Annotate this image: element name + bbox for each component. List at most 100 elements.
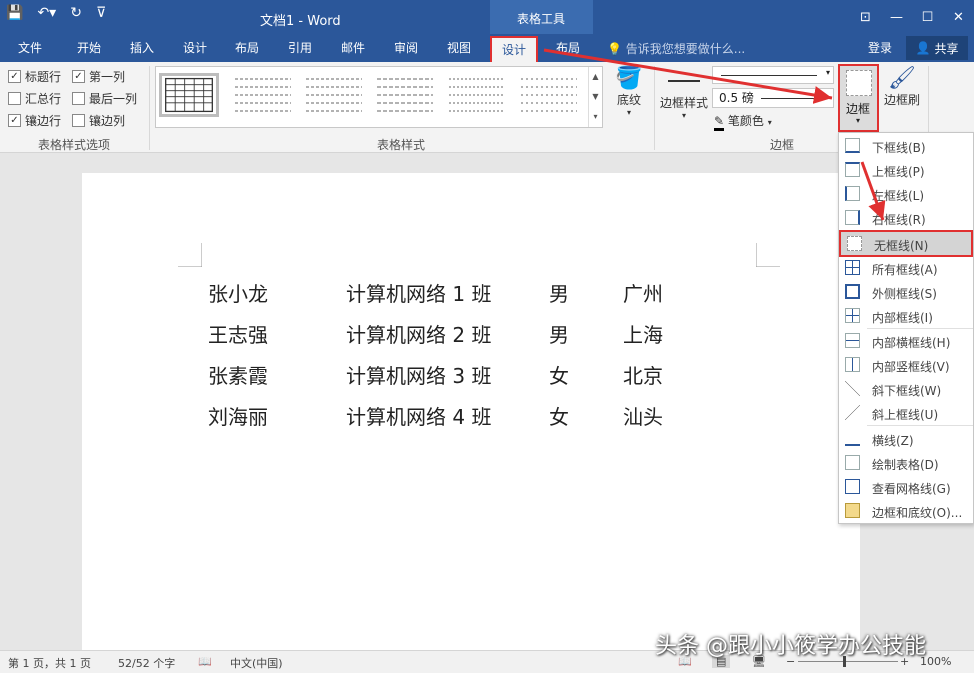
checkbox-first-column[interactable]: ✓ 第一列 (72, 68, 125, 85)
table-style-plain-4[interactable] (447, 73, 507, 117)
table-cell[interactable]: 计算机网络 1 班 (346, 278, 491, 307)
menu-item-label: 下框线(B) (872, 141, 926, 155)
table-style-grid[interactable] (159, 73, 219, 117)
table-cell[interactable]: 张小龙 (208, 278, 268, 307)
tab-file[interactable]: 文件 (18, 39, 42, 56)
checkbox-box (8, 92, 21, 105)
border-painter-button[interactable]: 🖌 边框刷 (882, 66, 922, 108)
table-cell[interactable]: 北京 (623, 360, 663, 389)
line-style-select[interactable]: ▾ (712, 66, 834, 84)
table-cell[interactable]: 王志强 (208, 319, 268, 348)
page[interactable]: 张小龙 计算机网络 1 班 男 广州 王志强 计算机网络 2 班 男 上海 张素… (82, 173, 860, 650)
menu-item-bottom-border[interactable]: 下框线(B) (839, 134, 973, 158)
menu-item-label: 斜下框线(W) (872, 384, 942, 398)
share-button[interactable]: 👤 共享 (906, 36, 968, 60)
checkbox-last-column[interactable]: 最后一列 (72, 90, 137, 107)
table-cell[interactable]: 汕头 (623, 401, 663, 430)
group-label-borders: 边框 (770, 138, 795, 152)
menu-item-label: 右框线(R) (872, 213, 926, 227)
table-cell[interactable]: 上海 (623, 319, 663, 348)
menu-item-label: 上框线(P) (872, 165, 925, 179)
border-style-icon (668, 80, 700, 82)
menu-item-diagonal-up[interactable]: 斜上框线(U) (839, 401, 973, 425)
menu-item-inside-vertical[interactable]: 内部竖框线(V) (839, 353, 973, 377)
word-count[interactable]: 52/52 个字 (118, 655, 175, 671)
table-style-plain-2[interactable] (304, 73, 364, 117)
tab-table-layout[interactable]: 布局 (556, 39, 580, 56)
shading-button[interactable]: 🪣 底纹 ▾ (609, 66, 649, 117)
tab-design[interactable]: 设计 (183, 39, 207, 56)
proofing-icon[interactable]: 📖 (198, 655, 212, 668)
pen-color-button[interactable]: ✎ 笔颜色 ▾ (714, 112, 772, 131)
ribbon-display-icon[interactable]: ⊡ (850, 0, 881, 34)
tab-review[interactable]: 审阅 (394, 39, 418, 56)
menu-item-inside-borders[interactable]: 内部框线(I) (839, 304, 973, 328)
table-style-plain-5[interactable] (519, 73, 579, 117)
page-count[interactable]: 第 1 页，共 1 页 (8, 655, 91, 671)
quick-access-toolbar: 💾 ↶▾ ↻ ⊽ (6, 5, 106, 21)
tab-mailings[interactable]: 邮件 (341, 39, 365, 56)
scroll-up-icon[interactable]: ▲ (589, 67, 602, 87)
border-styles-button[interactable]: 边框样式 ▾ (658, 76, 710, 120)
table-cell[interactable]: 广州 (623, 278, 663, 307)
tab-references[interactable]: 引用 (288, 39, 312, 56)
language[interactable]: 中文(中国) (230, 655, 283, 671)
menu-item-all-borders[interactable]: 所有框线(A) (839, 256, 973, 280)
tab-view[interactable]: 视图 (447, 39, 471, 56)
zoom-slider[interactable] (798, 661, 898, 662)
table-style-plain-3[interactable] (375, 73, 435, 117)
gallery-more-icon[interactable]: ▾ (589, 107, 602, 127)
table-cell[interactable]: 男 (549, 278, 569, 307)
table-cell[interactable]: 男 (549, 319, 569, 348)
scroll-down-icon[interactable]: ▼ (589, 87, 602, 107)
inside-horizontal-border-icon (845, 333, 860, 348)
table-cell[interactable]: 女 (549, 360, 569, 389)
menu-item-borders-and-shading[interactable]: 边框和底纹(O)... (839, 499, 973, 523)
tab-layout[interactable]: 布局 (235, 39, 259, 56)
menu-item-draw-table[interactable]: 绘制表格(D) (839, 451, 973, 475)
borders-button[interactable]: 边框 ▾ (838, 64, 879, 132)
menu-item-view-gridlines[interactable]: 查看网格线(G) (839, 475, 973, 499)
close-icon[interactable]: ✕ (943, 0, 974, 34)
table-cell[interactable]: 计算机网络 3 班 (346, 360, 491, 389)
table-cell[interactable]: 刘海丽 (208, 401, 268, 430)
checkbox-banded-rows[interactable]: ✓ 镶边行 (8, 112, 61, 129)
restore-icon[interactable]: ☐ (912, 0, 943, 34)
checkbox-total-row[interactable]: 汇总行 (8, 90, 61, 107)
tab-insert[interactable]: 插入 (130, 39, 154, 56)
menu-item-top-border[interactable]: 上框线(P) (839, 158, 973, 182)
gallery-scroll[interactable]: ▲ ▼ ▾ (588, 67, 602, 127)
context-tab-title: 表格工具 (517, 12, 566, 26)
table-cell[interactable]: 女 (549, 401, 569, 430)
line-weight-select[interactable]: 0.5 磅 (712, 88, 834, 108)
table-cell[interactable]: 计算机网络 2 班 (346, 319, 491, 348)
menu-item-outside-borders[interactable]: 外侧框线(S) (839, 280, 973, 304)
menu-item-left-border[interactable]: 左框线(L) (839, 182, 973, 206)
window-controls: ⊡ — ☐ ✕ (850, 0, 974, 34)
margin-corner-mark (178, 243, 202, 267)
menu-item-no-border[interactable]: 无框线(N) (839, 230, 973, 257)
menu-item-label: 横线(Z) (872, 434, 914, 448)
tab-home[interactable]: 开始 (77, 39, 101, 56)
table-cell[interactable]: 计算机网络 4 班 (346, 401, 491, 430)
menu-item-right-border[interactable]: 右框线(R) (839, 206, 973, 230)
menu-item-inside-horizontal[interactable]: 内部横框线(H) (839, 329, 973, 353)
minimize-icon[interactable]: — (881, 0, 912, 34)
title-bar: 💾 ↶▾ ↻ ⊽ 表格工具 文档1 - Word ⊡ — ☐ ✕ (0, 0, 974, 62)
tell-me-box[interactable]: 💡 告诉我您想要做什么... (607, 40, 745, 57)
menu-item-diagonal-down[interactable]: 斜下框线(W) (839, 377, 973, 401)
redo-icon[interactable]: ↻ (70, 5, 82, 21)
save-icon[interactable]: 💾 (6, 5, 23, 21)
table-style-plain-1[interactable] (233, 73, 293, 117)
checkbox-label: 镶边列 (89, 114, 126, 128)
checkbox-header-row[interactable]: ✓ 标题行 (8, 68, 61, 85)
chevron-down-icon: ▾ (767, 118, 772, 127)
gridlines-icon (845, 479, 860, 494)
table-cell[interactable]: 张素霞 (208, 360, 268, 389)
watermark: 头条 @跟小小筱学办公技能 (655, 634, 926, 659)
checkbox-banded-columns[interactable]: 镶边列 (72, 112, 125, 129)
menu-item-horizontal-line[interactable]: 横线(Z) (839, 427, 973, 451)
undo-icon[interactable]: ↶▾ (37, 5, 56, 21)
login-link[interactable]: 登录 (868, 39, 892, 56)
customize-icon[interactable]: ⊽ (96, 5, 106, 21)
